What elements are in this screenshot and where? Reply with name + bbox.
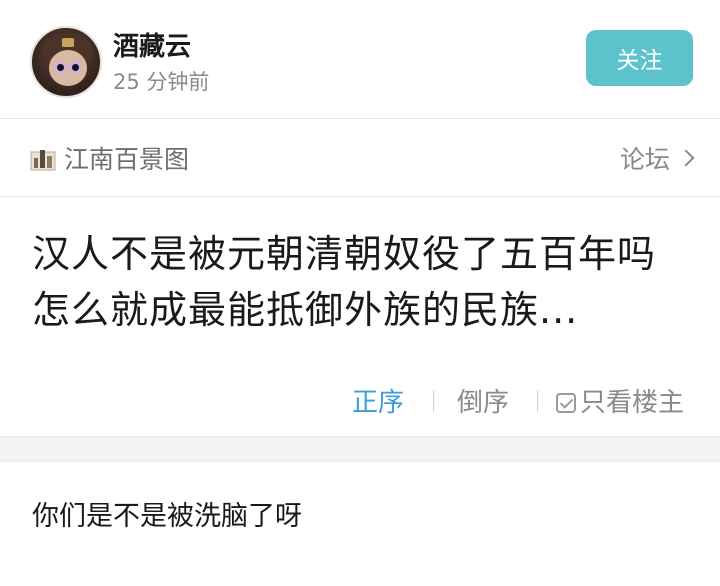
sort-separator (537, 390, 538, 412)
sort-ascending-button[interactable]: 正序 (352, 382, 404, 419)
divider (0, 196, 720, 197)
forum-link-label: 论坛 (619, 145, 670, 174)
owner-only-label: 只看楼主 (580, 388, 685, 418)
avatar[interactable] (30, 26, 102, 98)
checkbox-icon (556, 393, 576, 413)
avatar-eye-right (70, 62, 81, 73)
username[interactable]: 酒藏云 (113, 26, 191, 63)
forum-name[interactable]: 江南百景图 (64, 140, 189, 176)
follow-button[interactable]: 关注 (586, 30, 693, 86)
chevron-right-icon (677, 149, 695, 167)
forum-link[interactable]: 论坛 (619, 140, 695, 176)
section-gap (0, 436, 720, 462)
forum-icon (30, 150, 56, 171)
divider (0, 118, 720, 119)
post-header: 酒藏云 25 分钟前 关注 (0, 0, 720, 118)
avatar-eye-left (55, 62, 66, 73)
avatar-badge (62, 38, 74, 47)
forum-row[interactable]: 江南百景图 论坛 (0, 120, 720, 196)
owner-only-toggle[interactable]: 只看楼主 (556, 382, 684, 419)
sort-separator (433, 390, 434, 412)
reply-text: 你们是不是被洗脑了呀 (32, 501, 302, 532)
post-time: 25 分钟前 (113, 70, 210, 94)
thread-title: 汉人不是被元朝清朝奴役了五百年吗怎么就成最能抵御外族的民族... (32, 232, 657, 332)
sort-descending-button[interactable]: 倒序 (457, 382, 509, 419)
sort-bar: 正序 倒序 只看楼主 (0, 376, 720, 426)
